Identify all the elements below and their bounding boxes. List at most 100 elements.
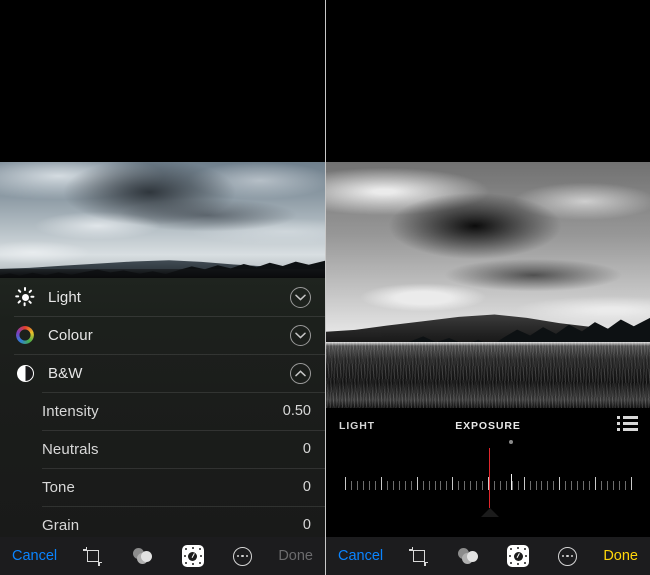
list-icon[interactable] xyxy=(617,416,639,432)
crop-icon[interactable] xyxy=(405,543,433,569)
right-screen: LIGHT EXPOSURE Cancel Done xyxy=(325,0,650,575)
slider-value: 0 xyxy=(302,479,311,495)
tick-mark xyxy=(565,481,567,490)
tick-mark xyxy=(345,477,347,490)
tick-mark xyxy=(559,477,561,490)
more-icon[interactable] xyxy=(228,543,256,569)
adjust-group-label: Colour xyxy=(48,326,93,344)
foreground-shadow xyxy=(0,269,325,278)
slider-header: LIGHT EXPOSURE xyxy=(326,408,650,444)
editor-toolbar-right: Cancel Done xyxy=(326,537,650,575)
cancel-button[interactable]: Cancel xyxy=(12,548,57,564)
left-screen: Light Colour B&W Intensity 0.50 Neutrals… xyxy=(0,0,325,575)
slider-value: 0 xyxy=(302,517,311,533)
tick-mark xyxy=(577,481,579,490)
adjust-icon[interactable] xyxy=(504,543,532,569)
tick-mark xyxy=(416,477,418,490)
toolbar-icon-group xyxy=(383,543,603,569)
tick-mark xyxy=(529,481,531,490)
tick-mark xyxy=(588,481,590,490)
bw-contrast-icon xyxy=(14,362,36,384)
exposure-indicator-handle[interactable] xyxy=(488,448,491,508)
tick-mark xyxy=(600,481,602,490)
editor-toolbar-left: Cancel Done xyxy=(0,537,325,575)
tick-mark xyxy=(606,481,608,490)
tick-mark xyxy=(547,481,549,490)
tick-mark xyxy=(398,481,400,490)
slider-row-neutrals[interactable]: Neutrals 0 xyxy=(0,430,325,468)
exposure-slider-area: LIGHT EXPOSURE xyxy=(326,408,650,537)
tick-mark xyxy=(434,481,436,490)
adjust-group-light[interactable]: Light xyxy=(0,278,325,316)
adjustments-panel: Light Colour B&W Intensity 0.50 Neutrals… xyxy=(0,278,325,537)
crop-icon[interactable] xyxy=(79,543,107,569)
color-wheel-icon xyxy=(14,324,36,346)
slider-label: Intensity xyxy=(42,402,99,420)
adjust-group-colour[interactable]: Colour xyxy=(0,316,325,354)
adjust-icon[interactable] xyxy=(179,543,207,569)
more-icon[interactable] xyxy=(554,543,582,569)
slider-label: Grain xyxy=(42,516,80,534)
adjust-group-label: B&W xyxy=(48,364,83,382)
tick-mark xyxy=(392,481,394,490)
tick-mark xyxy=(363,481,365,490)
tick-mark xyxy=(482,481,484,490)
sun-icon xyxy=(14,286,36,308)
tick-mark xyxy=(571,481,573,490)
slider-control-label: EXPOSURE xyxy=(455,420,521,432)
tick-mark xyxy=(440,481,442,490)
photo-preview-bw xyxy=(326,162,650,408)
slider-row-tone[interactable]: Tone 0 xyxy=(0,468,325,506)
tick-mark xyxy=(351,481,353,490)
tick-mark xyxy=(470,481,472,490)
cancel-button[interactable]: Cancel xyxy=(338,548,383,564)
tick-mark xyxy=(505,481,507,490)
center-tick xyxy=(510,474,513,490)
tick-mark xyxy=(541,481,543,490)
tick-mark xyxy=(583,481,585,490)
tick-mark xyxy=(523,477,525,490)
tick-mark xyxy=(464,481,466,490)
slider-value: 0 xyxy=(302,441,311,457)
tick-mark xyxy=(476,481,478,490)
tick-mark xyxy=(428,481,430,490)
chevron-up-icon[interactable] xyxy=(290,362,311,384)
tick-mark xyxy=(452,477,454,490)
slider-label: Tone xyxy=(42,478,75,496)
tick-mark xyxy=(387,481,389,490)
adjust-group-bw[interactable]: B&W xyxy=(0,354,325,392)
slider-row-intensity[interactable]: Intensity 0.50 xyxy=(0,392,325,430)
toolbar-icon-group xyxy=(57,543,278,569)
tick-mark xyxy=(630,477,632,490)
slider-value: 0.50 xyxy=(282,403,311,419)
exposure-tick-scale[interactable] xyxy=(326,440,650,517)
tick-mark xyxy=(458,481,460,490)
screenshot-root: Light Colour B&W Intensity 0.50 Neutrals… xyxy=(0,0,650,575)
adjust-group-label: Light xyxy=(48,288,82,306)
tick-mark xyxy=(499,481,501,490)
filters-icon[interactable] xyxy=(129,543,157,569)
tick-mark xyxy=(369,481,371,490)
chevron-down-icon[interactable] xyxy=(290,286,311,308)
tick-mark xyxy=(357,481,359,490)
chevron-down-icon[interactable] xyxy=(290,324,311,346)
grass-field xyxy=(326,342,650,408)
tick-mark xyxy=(618,481,620,490)
tick-mark xyxy=(624,481,626,490)
tick-mark xyxy=(553,481,555,490)
done-button[interactable]: Done xyxy=(278,548,313,564)
tick-mark xyxy=(535,481,537,490)
slider-label: Neutrals xyxy=(42,440,99,458)
indicator-caret xyxy=(480,508,499,517)
tick-mark xyxy=(517,481,519,490)
tick-mark xyxy=(404,481,406,490)
tick-mark xyxy=(375,481,377,490)
tick-mark xyxy=(381,477,383,490)
filters-icon[interactable] xyxy=(454,543,482,569)
done-button[interactable]: Done xyxy=(603,548,638,564)
tick-mark xyxy=(493,481,495,490)
tick-mark xyxy=(422,481,424,490)
photo-preview-colour xyxy=(0,162,325,278)
tick-mark xyxy=(612,481,614,490)
tick-mark xyxy=(446,481,448,490)
